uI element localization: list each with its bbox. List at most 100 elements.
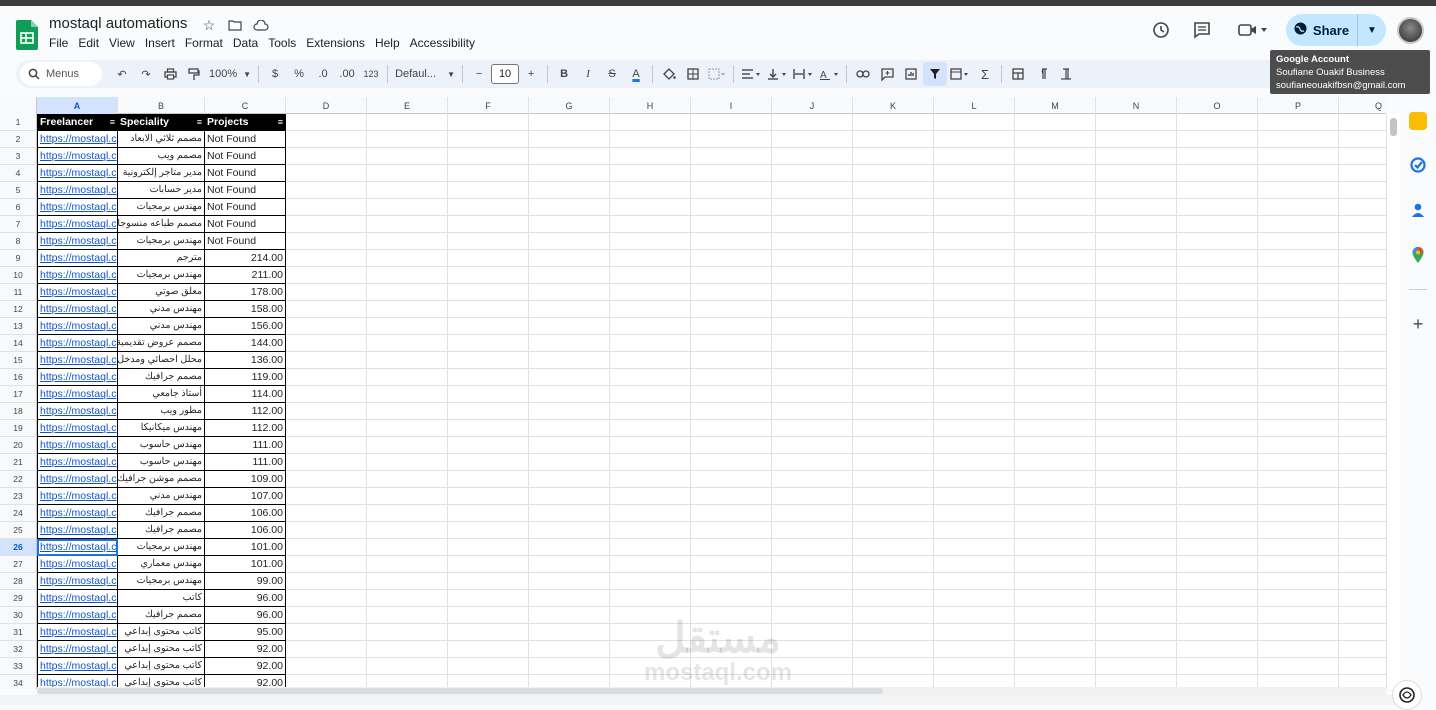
freelancer-link-cell[interactable]: https://mostaql.c <box>37 454 118 471</box>
empty-cell[interactable] <box>367 250 448 267</box>
projects-cell[interactable]: 92.00 <box>205 641 286 658</box>
empty-cell[interactable] <box>691 386 772 403</box>
freelancer-link-cell[interactable]: https://mostaql.c <box>37 182 118 199</box>
empty-cell[interactable] <box>934 114 1015 131</box>
empty-cell[interactable] <box>448 624 529 641</box>
empty-cell[interactable] <box>367 658 448 675</box>
projects-cell[interactable]: 114.00 <box>205 386 286 403</box>
fill-color-icon[interactable] <box>657 62 681 86</box>
empty-cell[interactable] <box>448 165 529 182</box>
empty-cell[interactable] <box>367 573 448 590</box>
empty-cell[interactable] <box>1177 658 1258 675</box>
contacts-icon[interactable] <box>1409 201 1427 219</box>
empty-cell[interactable] <box>1177 522 1258 539</box>
insert-chart-icon[interactable] <box>899 62 923 86</box>
vertical-scrollbar[interactable] <box>1386 114 1400 689</box>
projects-cell[interactable]: Not Found <box>205 233 286 250</box>
empty-cell[interactable] <box>1258 301 1339 318</box>
empty-cell[interactable] <box>691 369 772 386</box>
empty-cell[interactable] <box>1339 420 1386 437</box>
empty-cell[interactable] <box>610 539 691 556</box>
row-number[interactable]: 1 <box>0 114 37 131</box>
filter-views-icon[interactable] <box>947 62 973 86</box>
empty-cell[interactable] <box>772 573 853 590</box>
empty-cell[interactable] <box>367 522 448 539</box>
empty-cell[interactable] <box>367 386 448 403</box>
empty-cell[interactable] <box>1339 556 1386 573</box>
empty-cell[interactable] <box>1339 624 1386 641</box>
speciality-cell[interactable]: كاتب <box>118 590 205 607</box>
row-number[interactable]: 19 <box>0 420 37 437</box>
empty-cell[interactable] <box>367 284 448 301</box>
empty-cell[interactable] <box>610 471 691 488</box>
empty-cell[interactable] <box>853 233 934 250</box>
row-number[interactable]: 31 <box>0 624 37 641</box>
empty-cell[interactable] <box>934 573 1015 590</box>
filter-icon[interactable] <box>923 62 948 86</box>
empty-cell[interactable] <box>691 658 772 675</box>
empty-cell[interactable] <box>1258 658 1339 675</box>
empty-cell[interactable] <box>1258 148 1339 165</box>
menu-data[interactable]: Data <box>233 36 263 50</box>
empty-cell[interactable] <box>286 556 367 573</box>
empty-cell[interactable] <box>286 522 367 539</box>
empty-cell[interactable] <box>934 284 1015 301</box>
empty-cell[interactable] <box>691 216 772 233</box>
empty-cell[interactable] <box>1258 624 1339 641</box>
empty-cell[interactable] <box>853 437 934 454</box>
empty-cell[interactable] <box>610 352 691 369</box>
paint-format-icon[interactable] <box>182 62 206 86</box>
empty-cell[interactable] <box>610 165 691 182</box>
empty-cell[interactable] <box>286 573 367 590</box>
empty-cell[interactable] <box>286 233 367 250</box>
empty-cell[interactable] <box>286 590 367 607</box>
freelancer-link-cell[interactable]: https://mostaql.c <box>37 386 118 403</box>
empty-cell[interactable] <box>1177 369 1258 386</box>
empty-cell[interactable] <box>286 131 367 148</box>
menu-edit[interactable]: Edit <box>78 36 104 50</box>
empty-cell[interactable] <box>1258 250 1339 267</box>
borders-icon[interactable] <box>681 62 705 86</box>
empty-cell[interactable] <box>1339 284 1386 301</box>
empty-cell[interactable] <box>772 267 853 284</box>
empty-cell[interactable] <box>448 250 529 267</box>
empty-cell[interactable] <box>448 522 529 539</box>
freelancer-link-cell[interactable]: https://mostaql.c <box>37 233 118 250</box>
empty-cell[interactable] <box>529 267 610 284</box>
freeze-icon[interactable] <box>1006 62 1030 86</box>
freelancer-link-cell[interactable]: https://mostaql.c <box>37 267 118 284</box>
empty-cell[interactable] <box>934 556 1015 573</box>
freelancer-link-cell[interactable]: https://mostaql.c <box>37 505 118 522</box>
empty-cell[interactable] <box>1177 437 1258 454</box>
empty-cell[interactable] <box>853 165 934 182</box>
freelancer-link-cell[interactable]: https://mostaql.c <box>37 624 118 641</box>
maps-icon[interactable] <box>1409 246 1427 264</box>
empty-cell[interactable] <box>691 233 772 250</box>
empty-cell[interactable] <box>853 216 934 233</box>
row-number[interactable]: 3 <box>0 148 37 165</box>
empty-cell[interactable] <box>853 573 934 590</box>
projects-cell[interactable]: Not Found <box>205 148 286 165</box>
empty-cell[interactable] <box>1339 454 1386 471</box>
empty-cell[interactable] <box>853 471 934 488</box>
empty-cell[interactable] <box>367 403 448 420</box>
empty-cell[interactable] <box>1015 488 1096 505</box>
empty-cell[interactable] <box>610 658 691 675</box>
empty-cell[interactable] <box>1177 182 1258 199</box>
empty-cell[interactable] <box>610 403 691 420</box>
empty-cell[interactable] <box>367 420 448 437</box>
empty-cell[interactable] <box>610 454 691 471</box>
column-header-i[interactable]: I <box>691 97 772 114</box>
freelancer-link-cell[interactable]: https://mostaql.c <box>37 165 118 182</box>
empty-cell[interactable] <box>1096 284 1177 301</box>
empty-cell[interactable] <box>934 488 1015 505</box>
empty-cell[interactable] <box>1339 250 1386 267</box>
projects-cell[interactable]: 95.00 <box>205 624 286 641</box>
empty-cell[interactable] <box>691 471 772 488</box>
row-number[interactable]: 8 <box>0 233 37 250</box>
empty-cell[interactable] <box>448 233 529 250</box>
empty-cell[interactable] <box>610 267 691 284</box>
empty-cell[interactable] <box>610 216 691 233</box>
empty-cell[interactable] <box>448 318 529 335</box>
empty-cell[interactable] <box>853 301 934 318</box>
